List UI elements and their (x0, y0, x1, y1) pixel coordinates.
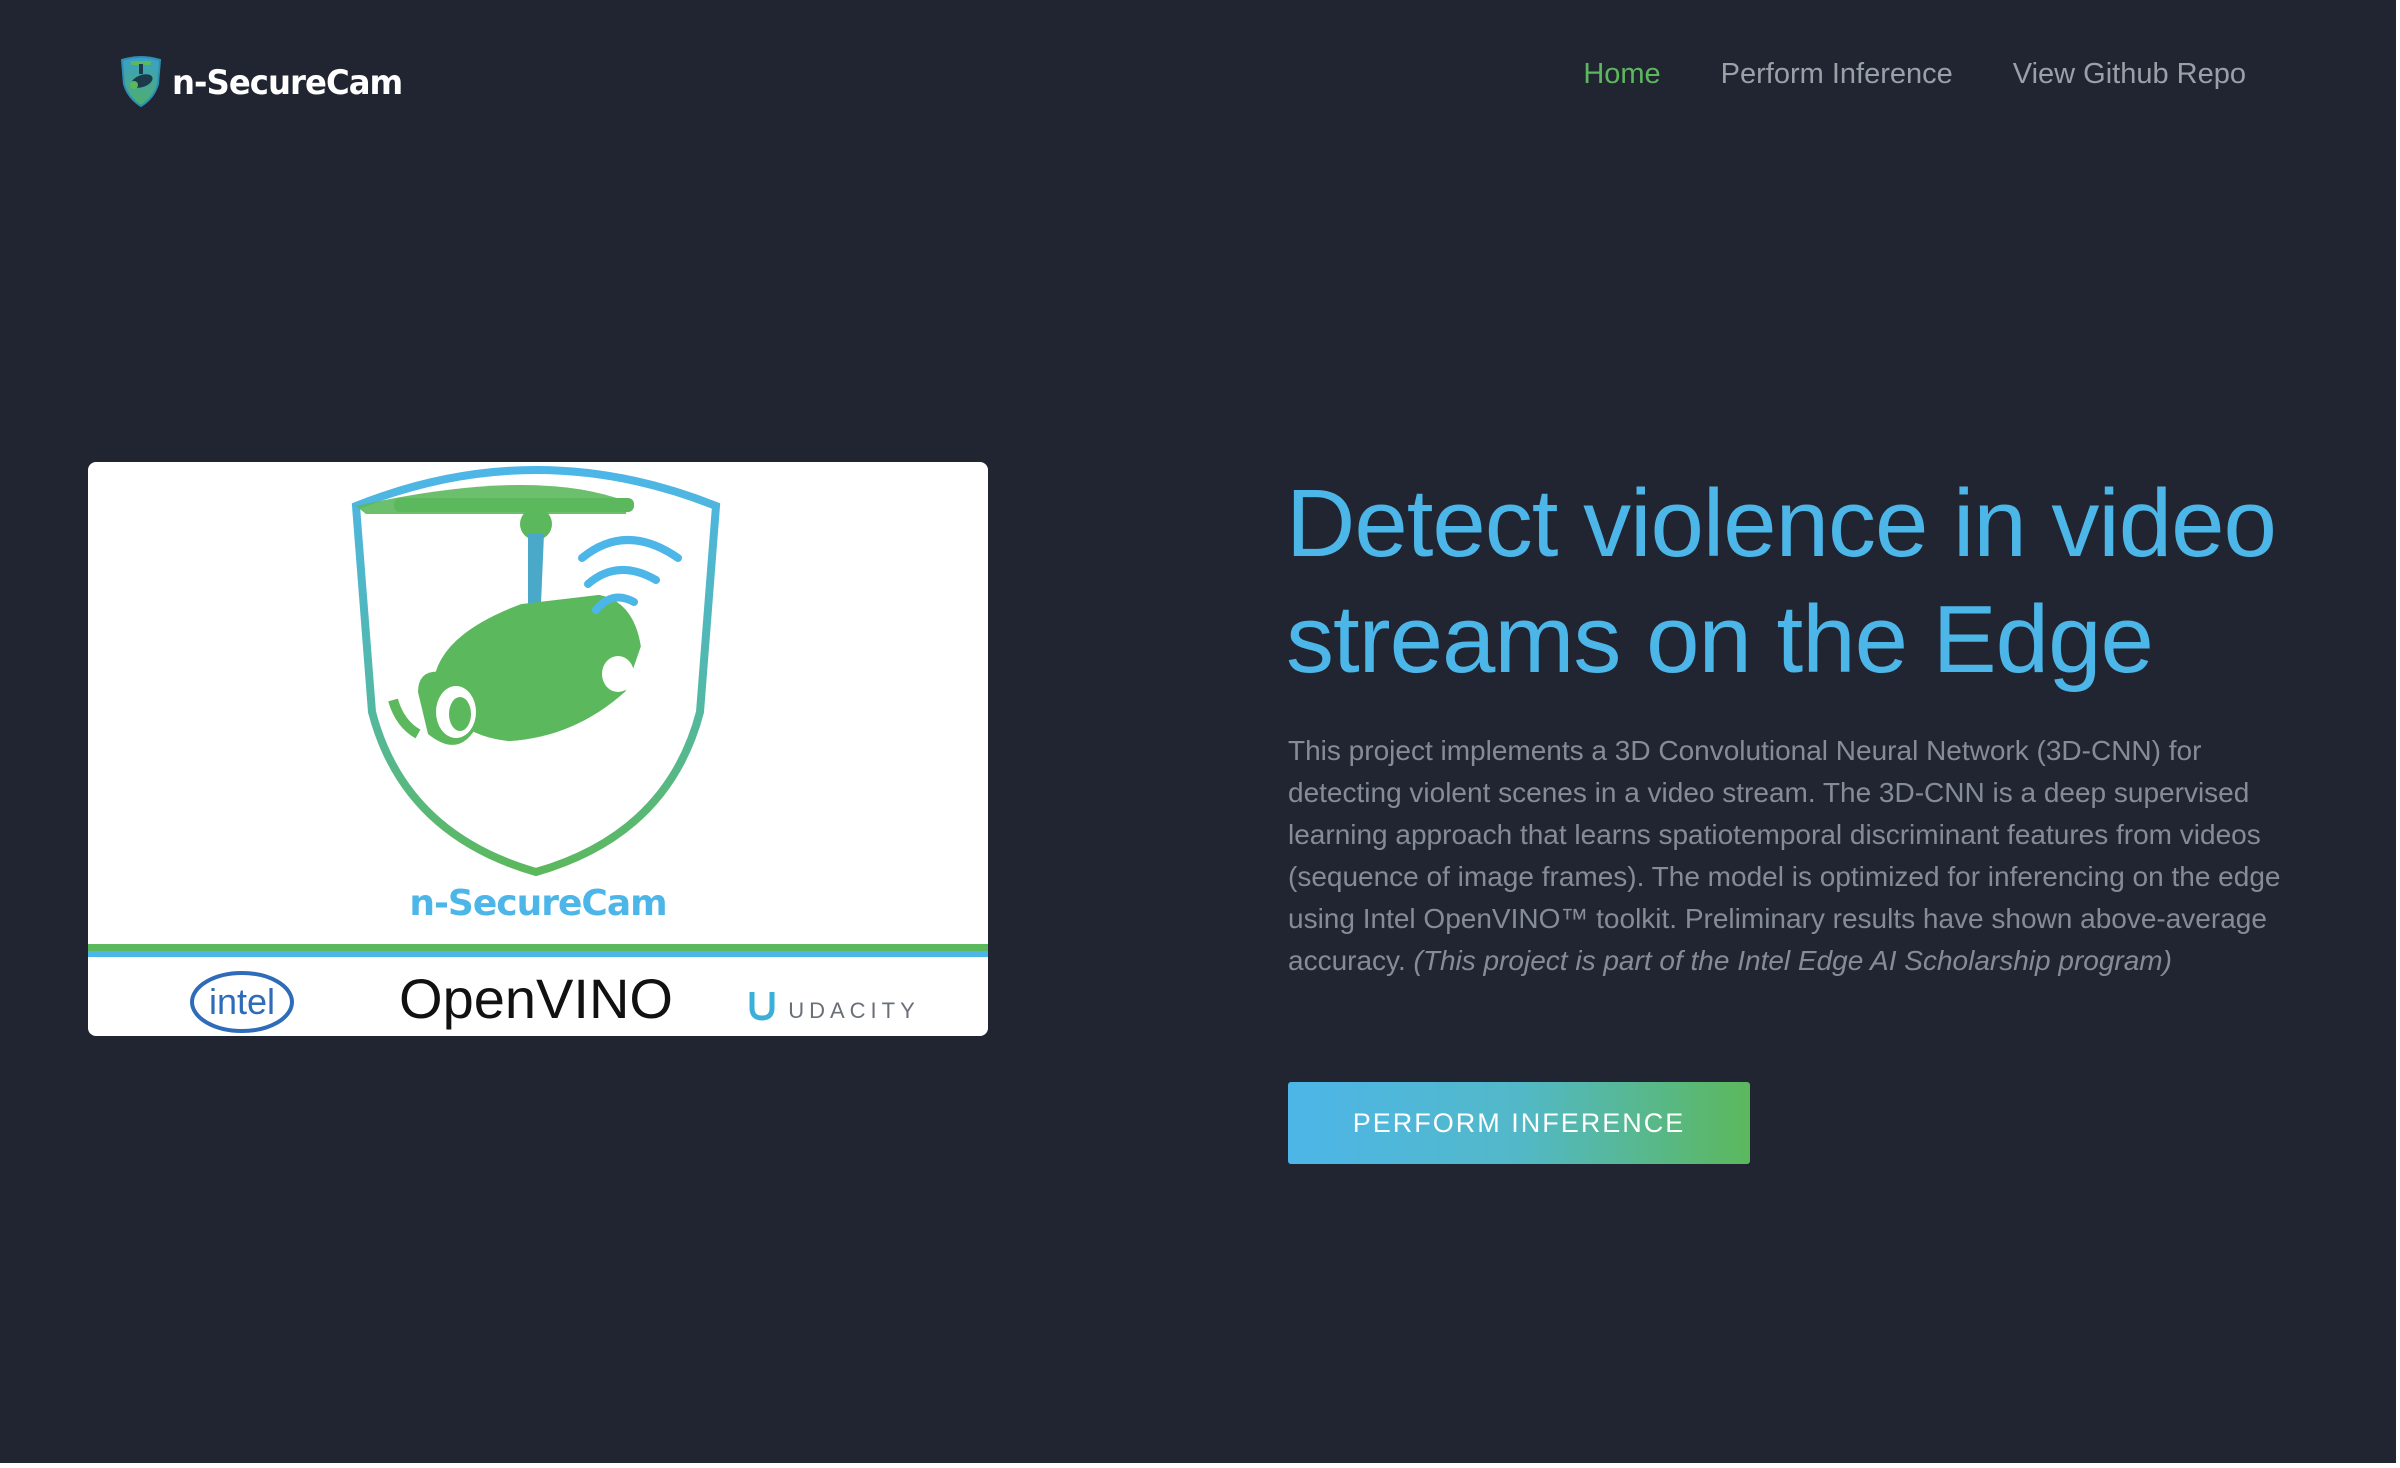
page: n-SecureCam Home Perform Inference View … (0, 0, 2396, 1463)
hero-description: This project implements a 3D Convolution… (1288, 730, 2298, 982)
site-logo[interactable]: n-SecureCam (118, 56, 414, 110)
camera-icon (356, 484, 641, 745)
hero-description-note: (This project is part of the Intel Edge … (1413, 945, 2172, 976)
svg-text:UDACITY: UDACITY (788, 998, 920, 1023)
udacity-logo: UDACITY (749, 992, 920, 1023)
right-edge (2396, 0, 2400, 1468)
shield-camera-icon (118, 54, 164, 112)
nav-home[interactable]: Home (1583, 58, 1660, 91)
bottom-edge (0, 1463, 2400, 1468)
svg-text:OpenVINO: OpenVINO (399, 967, 673, 1030)
image-brand-text: n-SecureCam (409, 883, 666, 924)
perform-inference-button[interactable]: PERFORM INFERENCE (1288, 1082, 1750, 1164)
logo-text: n-SecureCam (172, 63, 403, 103)
svg-text:intel: intel (209, 981, 275, 1022)
intel-logo: intel (190, 971, 294, 1033)
hero-title: Detect violence in video streams on the … (1286, 470, 2277, 693)
nav-github-repo[interactable]: View Github Repo (2013, 58, 2246, 91)
nav-perform-inference[interactable]: Perform Inference (1721, 58, 1953, 91)
main-nav: Home Perform Inference View Github Repo (1583, 58, 2246, 91)
hero-image: n-SecureCam intel OpenVINO UDACITY (88, 462, 988, 1036)
hero-description-text: This project implements a 3D Convolution… (1288, 735, 2281, 976)
openvino-logo: OpenVINO (399, 967, 673, 1030)
